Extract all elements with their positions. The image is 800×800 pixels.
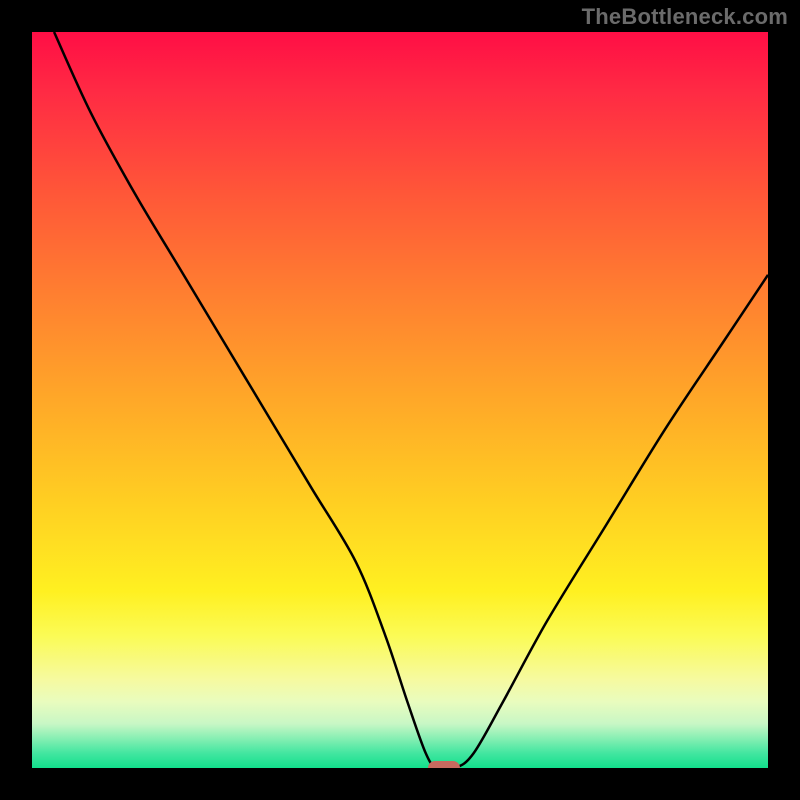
chart-frame: TheBottleneck.com <box>0 0 800 800</box>
curve-path <box>54 32 768 768</box>
plot-area <box>32 32 768 768</box>
bottleneck-curve <box>32 32 768 768</box>
optimum-marker <box>428 761 460 768</box>
watermark-text: TheBottleneck.com <box>582 4 788 30</box>
